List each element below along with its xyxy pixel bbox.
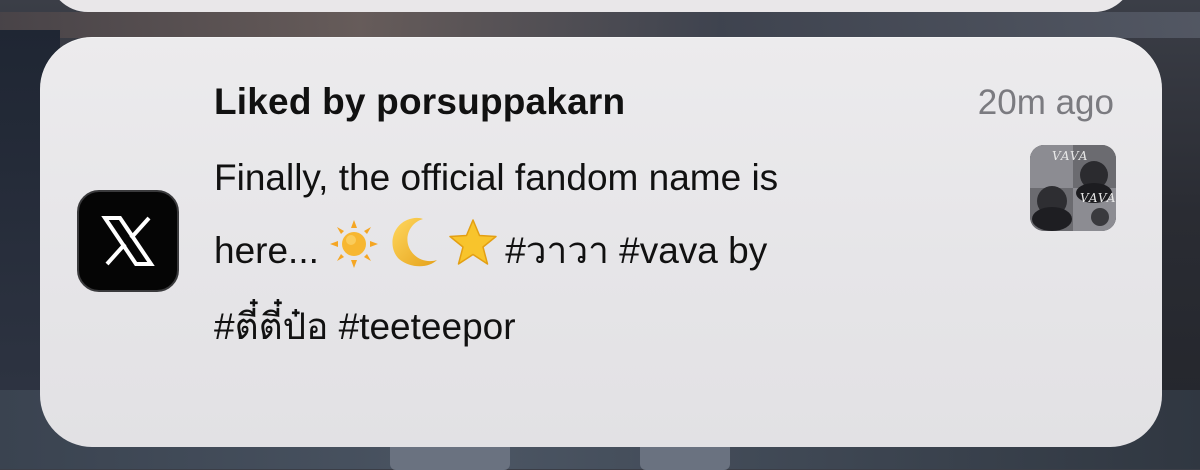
star-icon — [447, 217, 499, 292]
body-line-3: #ตี๋ตี๋ป๋อ #teeteepor — [214, 306, 516, 347]
sun-icon — [329, 219, 379, 292]
crescent-moon-icon — [385, 213, 441, 292]
previous-notification[interactable] — [48, 0, 1134, 12]
notification-body: Finally, the official fandom name is her… — [214, 143, 1014, 362]
album-cover-thumbnail[interactable]: VAVA VAVA — [1030, 145, 1116, 231]
wallpaper-strip — [0, 12, 1200, 38]
notification-timestamp: 20m ago — [977, 83, 1114, 122]
body-line-2-start: here... — [214, 230, 330, 271]
thumbnail-title-top: VAVA — [1052, 149, 1089, 163]
x-logo-icon — [77, 190, 179, 292]
body-line-1: Finally, the official fandom name is — [214, 157, 779, 198]
notification-card[interactable]: Liked by porsuppakarn 20m ago Finally, t… — [40, 37, 1162, 447]
thumbnail-title-mid: VAVA — [1080, 191, 1116, 205]
body-line-2: here... #วาวา #vava by — [214, 213, 1014, 292]
body-line-2-end: #วาวา #vava by — [505, 230, 768, 271]
notification-header: Liked by porsuppakarn 20m ago — [214, 81, 1114, 125]
notification-title: Liked by porsuppakarn — [214, 81, 626, 122]
